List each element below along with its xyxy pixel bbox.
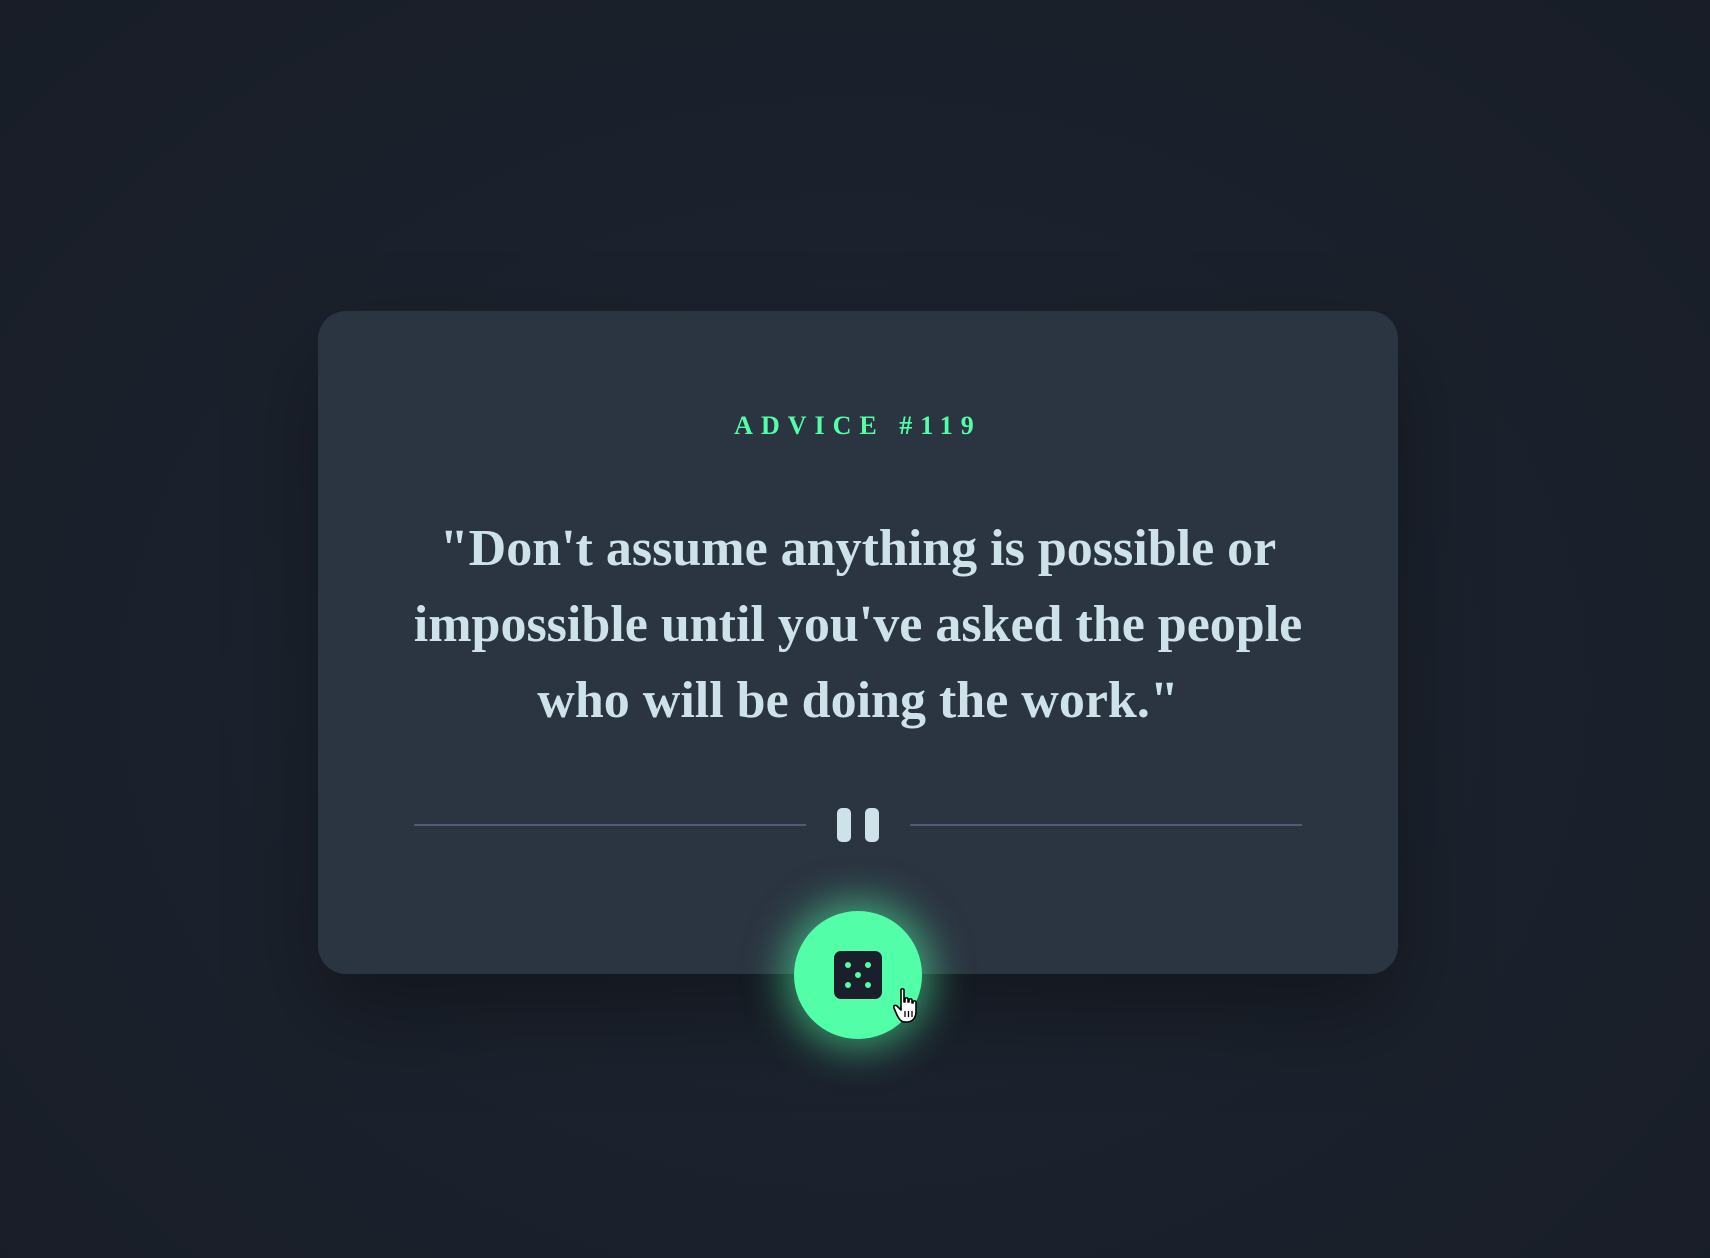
divider-line-left — [414, 824, 806, 826]
divider-line-right — [910, 824, 1302, 826]
advice-quote: "Don't assume anything is possible or im… — [413, 520, 1303, 729]
pause-bar-right — [865, 808, 879, 842]
page: ADVICE #119 "Don't assume anything is po… — [0, 0, 1710, 1258]
advice-number: ADVICE #119 — [734, 411, 982, 440]
pause-bar-left — [837, 808, 851, 842]
divider — [414, 808, 1302, 842]
advice-card: ADVICE #119 "Don't assume anything is po… — [318, 311, 1398, 974]
dice-icon — [834, 951, 882, 999]
hand-cursor-icon — [893, 988, 917, 1023]
pause-icon — [837, 808, 879, 842]
